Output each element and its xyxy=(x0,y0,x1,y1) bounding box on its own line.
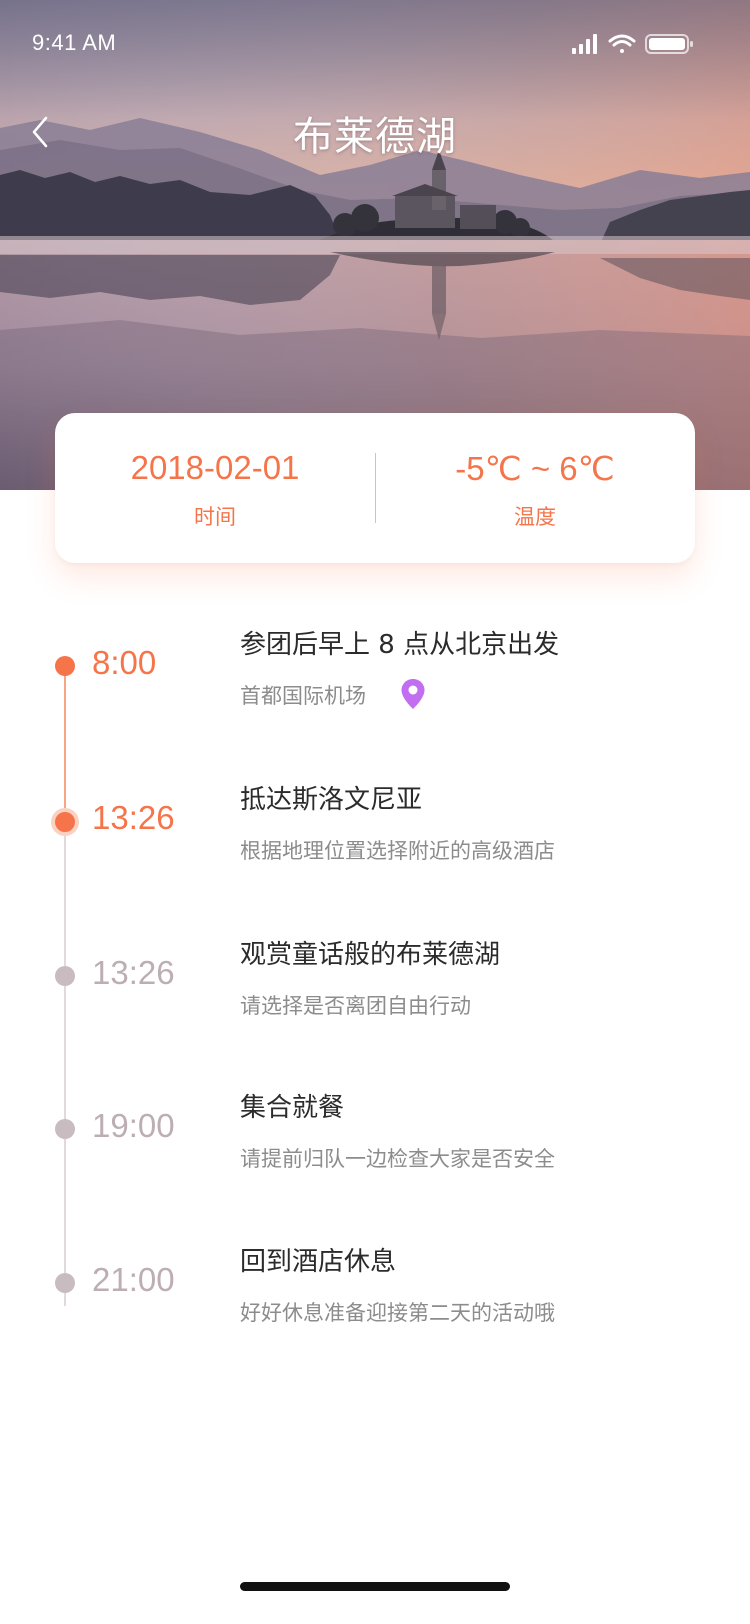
timeline-dot-upcoming xyxy=(55,966,75,986)
date-label: 时间 xyxy=(194,505,236,529)
timeline-time: 21:00 xyxy=(92,1261,175,1298)
location-pin-icon[interactable] xyxy=(400,678,426,710)
page-title: 布莱德湖 xyxy=(293,114,457,160)
timeline-item[interactable]: 8:00 参团后早上 8 点从北京出发 首都国际机场 xyxy=(0,600,750,710)
home-indicator[interactable] xyxy=(240,1582,510,1591)
timeline-dot-upcoming xyxy=(55,1273,75,1293)
timeline-subtitle: 好好休息准备迎接第二天的活动哦 xyxy=(240,1301,555,1325)
signal-icon xyxy=(572,34,597,54)
timeline-time: 13:26 xyxy=(92,954,175,991)
battery-icon xyxy=(645,34,693,54)
timeline-time: 19:00 xyxy=(92,1107,175,1144)
timeline-item[interactable]: 19:00 集合就餐 请提前归队一边检查大家是否安全 xyxy=(0,1063,750,1173)
timeline-dot-upcoming xyxy=(55,1119,75,1139)
timeline-subtitle: 首都国际机场 xyxy=(240,684,366,708)
timeline-item[interactable]: 13:26 观赏童话般的布莱德湖 请选择是否离团自由行动 xyxy=(0,910,750,1020)
timeline-item[interactable]: 21:00 回到酒店休息 好好休息准备迎接第二天的活动哦 xyxy=(0,1217,750,1327)
timeline-subtitle: 请提前归队一边检查大家是否安全 xyxy=(240,1147,555,1171)
wifi-icon xyxy=(608,34,636,53)
timeline-time: 8:00 xyxy=(92,644,157,681)
status-time: 9:41 AM xyxy=(32,30,117,55)
timeline-time: 13:26 xyxy=(92,799,175,836)
temperature-value: -5℃ ~ 6℃ xyxy=(455,450,615,487)
date-info: 2018-02-01 时间 xyxy=(55,413,375,563)
timeline-title: 参团后早上 8 点从北京出发 xyxy=(240,630,560,660)
timeline-title: 集合就餐 xyxy=(240,1093,345,1123)
timeline-dot-current xyxy=(51,808,79,836)
status-icons xyxy=(572,34,693,54)
date-value: 2018-02-01 xyxy=(130,449,300,486)
timeline-title: 回到酒店休息 xyxy=(240,1247,397,1277)
timeline-subtitle: 根据地理位置选择附近的高级酒店 xyxy=(240,839,555,863)
temperature-info: -5℃ ~ 6℃ 温度 xyxy=(375,413,695,563)
itinerary-timeline: 8:00 参团后早上 8 点从北京出发 首都国际机场 13:26 抵达斯洛文尼亚… xyxy=(0,600,750,1360)
timeline-item[interactable]: 13:26 抵达斯洛文尼亚 根据地理位置选择附近的高级酒店 xyxy=(0,755,750,865)
screen: 9:41 AM 布莱德湖 2018-02-01 时间 -5℃ ~ 6℃ 温度 8… xyxy=(0,0,750,1624)
timeline-title: 抵达斯洛文尼亚 xyxy=(240,785,423,815)
timeline-dot-done xyxy=(55,656,75,676)
timeline-subtitle: 请选择是否离团自由行动 xyxy=(240,994,471,1018)
trip-info-card: 2018-02-01 时间 -5℃ ~ 6℃ 温度 xyxy=(55,413,695,563)
temperature-label: 温度 xyxy=(514,505,556,529)
status-bar: 9:41 AM xyxy=(0,0,750,92)
timeline-title: 观赏童话般的布莱德湖 xyxy=(240,940,501,970)
